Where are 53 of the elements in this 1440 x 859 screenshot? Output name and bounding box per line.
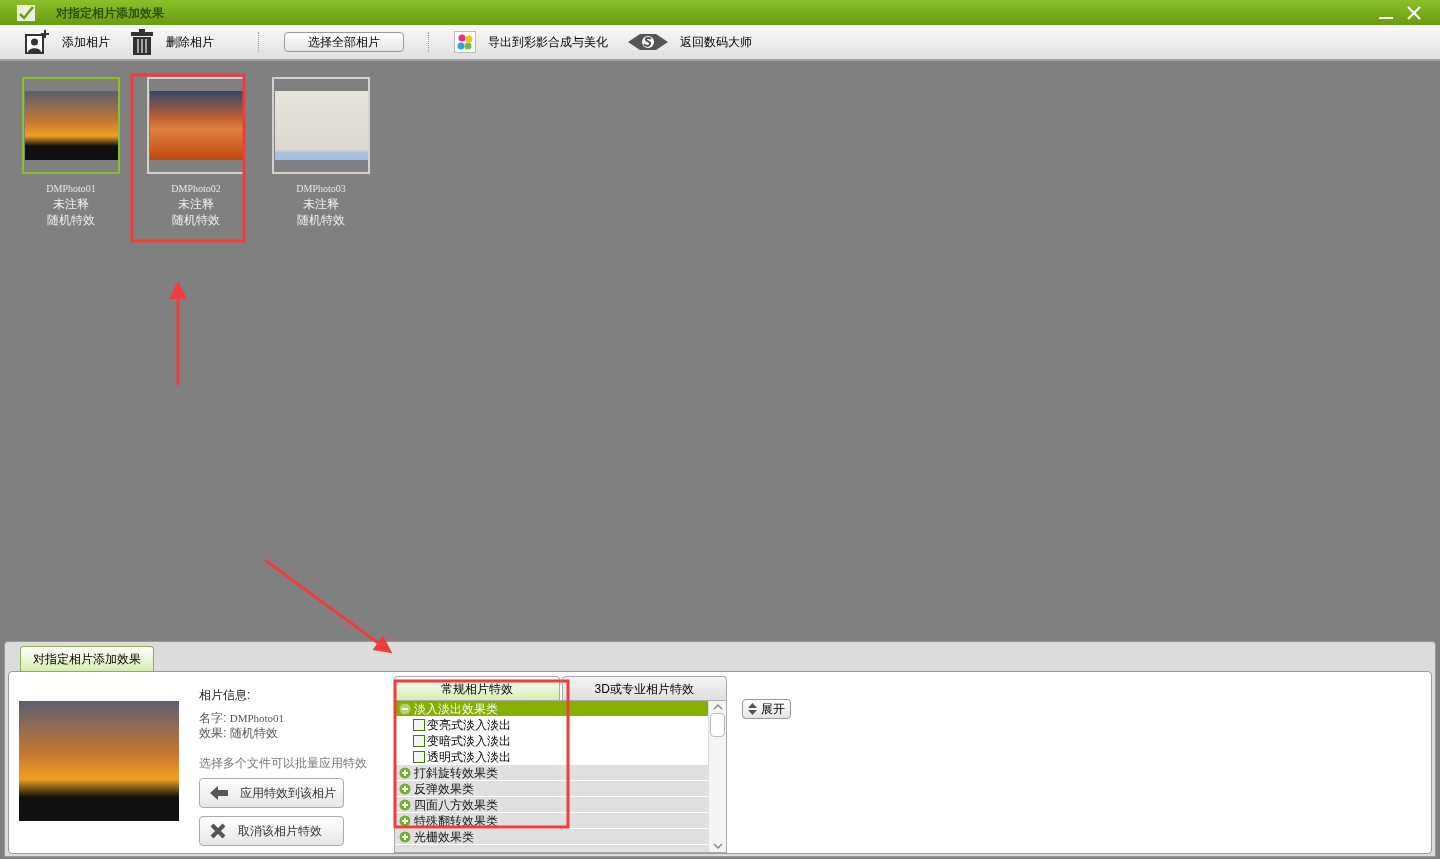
effect-group[interactable]: 光栅效果类 xyxy=(395,829,708,845)
toolbar-button[interactable]: 删除相片 xyxy=(130,29,214,55)
toolbar-button[interactable]: 添加相片 xyxy=(24,29,110,55)
logo-icon xyxy=(628,32,668,52)
name-info: 名字: DMPhoto01 xyxy=(199,711,285,726)
photo-thumbnail[interactable] xyxy=(272,77,370,174)
expand-icon xyxy=(399,814,411,827)
effect-group[interactable]: 四面八方效果类 xyxy=(395,797,708,813)
collapse-icon xyxy=(399,702,411,715)
scroll-down-icon xyxy=(711,840,724,852)
check-icon xyxy=(16,3,36,22)
photo-note: 未注释 xyxy=(303,196,339,212)
toolbar-button[interactable]: 返回数码大师 xyxy=(628,32,752,52)
expand-icon xyxy=(399,782,411,795)
info-title: 相片信息: xyxy=(199,687,251,704)
expand-icon xyxy=(399,798,411,811)
effect-group[interactable]: 特殊翻转效果类 xyxy=(395,813,708,829)
photo-note: 未注释 xyxy=(53,196,89,212)
expand-button[interactable]: 展开 xyxy=(742,699,791,719)
effect-info: 效果: 随机特效 xyxy=(199,726,278,741)
close-icon xyxy=(1407,5,1421,20)
photo-thumbnail[interactable] xyxy=(22,77,120,174)
cancel-effect-button[interactable]: 取消该相片特效 xyxy=(199,816,344,846)
effect-group[interactable]: 反弹效果类 xyxy=(395,781,708,797)
left-arrow-icon xyxy=(210,786,228,800)
pinwheel-icon xyxy=(454,31,476,53)
expand-icon xyxy=(399,766,411,779)
effect-group[interactable]: 打斜旋转效果类 xyxy=(395,765,708,781)
photo-thumbnail[interactable] xyxy=(147,77,245,174)
toolbar-button[interactable]: 导出到彩影合成与美化 xyxy=(454,31,608,53)
sort-arrows-icon xyxy=(748,703,757,715)
scroll-thumb[interactable] xyxy=(710,713,725,737)
x-icon xyxy=(210,823,226,839)
photo-effect: 随机特效 xyxy=(172,212,220,228)
apply-effect-button[interactable]: 应用特效到该相片 xyxy=(199,778,344,808)
hint-text: 选择多个文件可以批量应用特效 xyxy=(199,755,367,772)
add-photo-icon xyxy=(24,29,50,55)
expand-icon xyxy=(399,830,411,843)
select-all-button[interactable]: 选择全部相片 xyxy=(284,32,404,52)
photo-name: DMPhoto02 xyxy=(171,182,221,196)
checkbox[interactable] xyxy=(413,719,425,731)
photo-name: DMPhoto03 xyxy=(296,182,346,196)
scrollbar[interactable] xyxy=(708,701,726,852)
window-title: 对指定相片添加效果 xyxy=(56,4,164,22)
photo-effect: 随机特效 xyxy=(47,212,95,228)
effect-tab[interactable]: 3D或专业相片特效 xyxy=(561,676,727,700)
photo-note: 未注释 xyxy=(178,196,214,212)
panel-tab[interactable]: 对指定相片添加效果 xyxy=(20,646,154,671)
checkbox[interactable] xyxy=(413,751,425,763)
photo-effect: 随机特效 xyxy=(297,212,345,228)
photo-name: DMPhoto01 xyxy=(46,182,96,196)
checkbox[interactable] xyxy=(413,735,425,747)
trash-icon xyxy=(130,29,154,55)
